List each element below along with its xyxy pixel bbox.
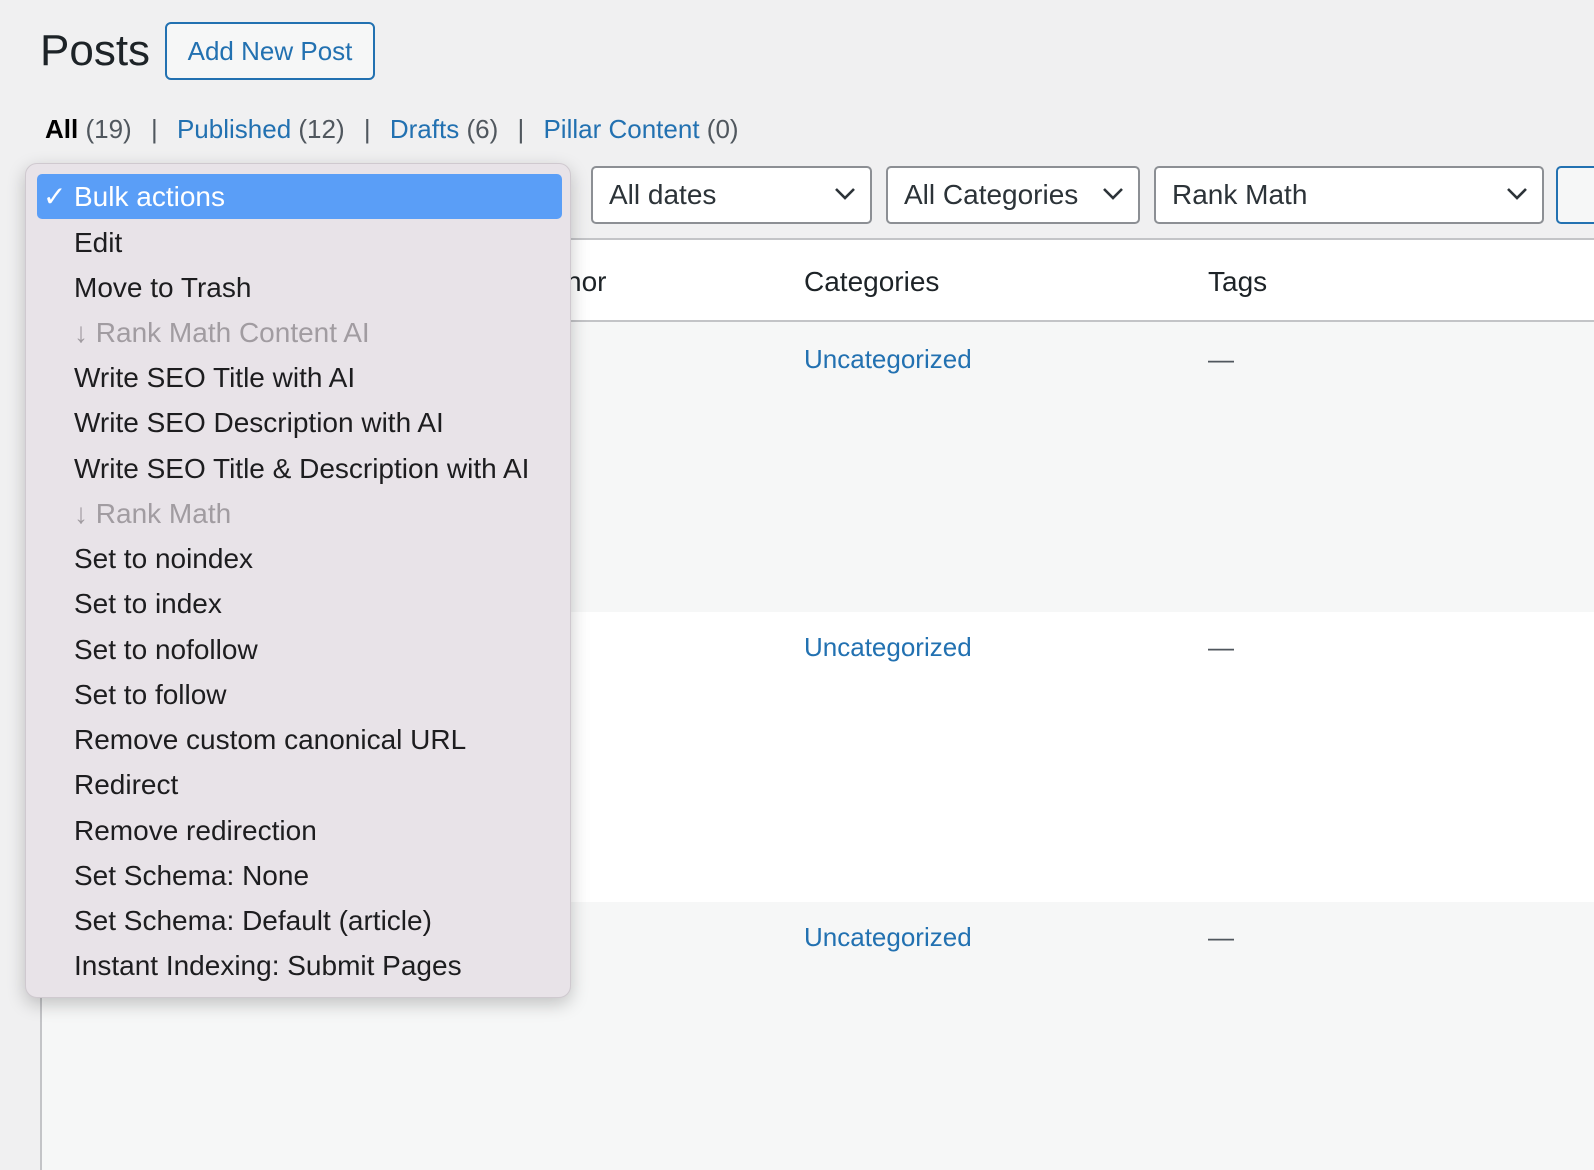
- tags-cell: —: [1208, 632, 1234, 662]
- menu-item-remove-redirection[interactable]: Remove redirection: [74, 808, 317, 853]
- category-filter-value: All Categories: [904, 179, 1079, 210]
- view-published-link[interactable]: Published: [177, 114, 291, 144]
- chevron-down-icon: [1507, 188, 1527, 200]
- checkmark-icon: ✓: [43, 181, 67, 212]
- add-new-post-button[interactable]: Add New Post: [165, 22, 375, 80]
- menu-item-move-to-trash[interactable]: Move to Trash: [74, 265, 251, 310]
- menu-item-remove-canonical-url[interactable]: Remove custom canonical URL: [74, 717, 466, 762]
- category-link[interactable]: Uncategorized: [804, 632, 972, 663]
- view-pillar-content-count: (0): [706, 114, 739, 144]
- category-filter-select[interactable]: All Categories: [886, 166, 1140, 224]
- menu-item-edit[interactable]: Edit: [74, 220, 122, 265]
- filter-button[interactable]: [1556, 166, 1594, 224]
- view-drafts-link[interactable]: Drafts: [390, 114, 459, 144]
- view-published-count: (12): [298, 114, 345, 144]
- tags-cell: —: [1208, 922, 1234, 952]
- menu-item-write-seo-description-ai[interactable]: Write SEO Description with AI: [74, 400, 444, 445]
- bulk-actions-menu: ✓ Bulk actions Edit Move to Trash ↓ Rank…: [25, 163, 571, 998]
- menu-item-redirect[interactable]: Redirect: [74, 762, 178, 807]
- category-link[interactable]: Uncategorized: [804, 922, 972, 953]
- seo-filter-value: Rank Math: [1172, 179, 1308, 210]
- menu-item-bulk-actions[interactable]: ✓ Bulk actions: [37, 174, 562, 219]
- menu-item-instant-indexing-submit[interactable]: Instant Indexing: Submit Pages: [74, 943, 462, 988]
- category-link[interactable]: Uncategorized: [804, 344, 972, 375]
- menu-item-set-nofollow[interactable]: Set to nofollow: [74, 627, 258, 672]
- tags-cell: —: [1208, 344, 1234, 374]
- date-filter-select[interactable]: All dates: [591, 166, 872, 224]
- menu-item-set-follow[interactable]: Set to follow: [74, 672, 227, 717]
- column-tags: Tags: [1208, 266, 1268, 297]
- views-separator: |: [517, 114, 525, 144]
- menu-item-write-seo-title-ai[interactable]: Write SEO Title with AI: [74, 355, 355, 400]
- view-pillar-content-link[interactable]: Pillar Content: [543, 114, 699, 144]
- views-separator: |: [150, 114, 158, 144]
- menu-item-write-seo-title-description-ai[interactable]: Write SEO Title & Description with AI: [74, 446, 529, 491]
- menu-group-rank-math: ↓ Rank Math: [74, 498, 232, 529]
- column-author[interactable]: hor: [566, 266, 606, 298]
- view-all-count: (19): [85, 114, 132, 144]
- chevron-down-icon: [835, 188, 855, 200]
- menu-item-set-index[interactable]: Set to index: [74, 581, 222, 626]
- menu-item-schema-none[interactable]: Set Schema: None: [74, 853, 309, 898]
- view-all-link[interactable]: All: [45, 114, 78, 144]
- views-separator: |: [363, 114, 371, 144]
- view-drafts-count: (6): [466, 114, 499, 144]
- menu-group-rank-math-content-ai: ↓ Rank Math Content AI: [74, 317, 370, 348]
- column-categories: Categories: [804, 266, 940, 297]
- menu-item-schema-default-article[interactable]: Set Schema: Default (article): [74, 898, 432, 943]
- seo-filter-select[interactable]: Rank Math: [1154, 166, 1544, 224]
- page-title: Posts: [40, 26, 151, 75]
- menu-item-label: Bulk actions: [74, 181, 225, 212]
- post-status-views: All (19) | Published (12) | Drafts (6) |…: [45, 114, 739, 145]
- date-filter-value: All dates: [609, 179, 717, 210]
- chevron-down-icon: [1103, 188, 1123, 200]
- menu-item-set-noindex[interactable]: Set to noindex: [74, 536, 253, 581]
